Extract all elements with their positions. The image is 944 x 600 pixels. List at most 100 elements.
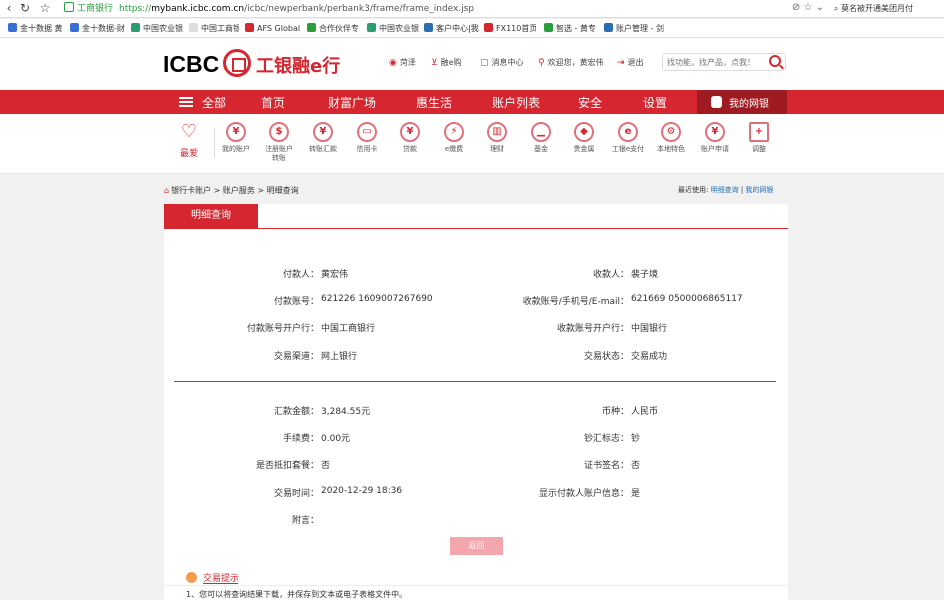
payer-bank-label: 付款账号开户行： [246, 324, 319, 334]
tips-separator [164, 585, 788, 586]
location-pin-icon: ◉ [389, 58, 397, 68]
bookmark-label: FX110首页 [496, 24, 536, 33]
nav-wealth[interactable]: 财富广场 [328, 94, 376, 111]
bookmark-item[interactable]: 智选 - 黄专 [544, 23, 599, 35]
quick-label: 理财 [490, 145, 504, 153]
site-search-input[interactable] [667, 56, 763, 69]
reload-icon[interactable]: ↻ [18, 1, 32, 15]
bookmark-item[interactable]: 中国农业银 [131, 23, 189, 35]
quick-account-apply[interactable]: ¥ 账户申请 [695, 122, 735, 154]
tip-sun-icon [186, 572, 197, 583]
home-icon[interactable]: ⌂ [164, 186, 169, 195]
quick-label: 注册账户转账 [265, 145, 293, 162]
bookmark-label: 金十数据 黄 [20, 24, 63, 33]
bookmark-item[interactable]: 客户中心|我 [424, 23, 482, 35]
money-bag-icon: ¥ [400, 122, 420, 142]
nav-security[interactable]: 安全 [578, 94, 602, 111]
my-bank-button[interactable]: 我的网银 [697, 90, 787, 114]
message-icon: ▢ [480, 58, 489, 68]
quick-label: 信用卡 [356, 145, 378, 153]
payee-label: 收款人： [592, 270, 629, 280]
bookmark-item[interactable]: AFS Global [245, 23, 303, 35]
bookmarks-bar: 金十数据 黄 金十数据-财 中国农业银 中国工商银 AFS Global 合作伙… [0, 19, 944, 38]
payer-account-value: 621226 1609007267690 [321, 294, 433, 304]
bookmark-item[interactable]: 中国农业银 [367, 23, 422, 35]
user-icon: ⚲ [538, 58, 545, 68]
search-icon[interactable] [769, 55, 781, 67]
bookmark-item[interactable]: 账户管理 - 剑 [604, 23, 668, 35]
nav-accounts[interactable]: 账户列表 [492, 94, 540, 111]
quick-credit-card[interactable]: ▭ 信用卡 [347, 122, 387, 154]
package-deduct-label: 是否抵扣套餐： [255, 461, 319, 471]
amount-label: 汇款金额： [273, 407, 319, 417]
bookmark-item[interactable]: 金十数据-财 [70, 23, 128, 35]
bookmark-item[interactable]: FX110首页 [484, 23, 536, 35]
status-label: 交易状态： [583, 352, 629, 362]
browser-search-box[interactable]: ⌕ 莫名被开通美团月付 [834, 1, 944, 16]
quick-label: 基金 [534, 145, 548, 153]
secure-lock-icon [64, 2, 74, 12]
url-path: /icbc/newperbank/perbank3/frame/frame_in… [244, 4, 475, 14]
cert-sign-value: 否 [631, 461, 641, 471]
quick-remittance[interactable]: ¥ 转账汇款 [303, 122, 343, 154]
back-nav-icon[interactable]: ‹ [2, 1, 16, 15]
quick-e-pay[interactable]: e 工银e支付 [608, 122, 648, 154]
e-pay-icon: e [618, 122, 638, 142]
quick-my-account[interactable]: ¥ 我的账户 [216, 122, 256, 154]
cash-flag-label: 钞汇标志： [583, 434, 629, 444]
star-icon[interactable]: ☆ [38, 1, 52, 15]
my-bank-label: 我的网银 [729, 99, 769, 110]
city-link[interactable]: ◉ 菏泽 [389, 57, 416, 68]
bookmark-label: 中国工商银 [201, 24, 239, 33]
nav-life[interactable]: 惠生活 [416, 94, 452, 111]
breadcrumb-text[interactable]: 银行卡账户 > 账户服务 > 明细查询 [171, 186, 299, 195]
bar-chart-icon: ▁ [531, 122, 551, 142]
quick-precious-metal[interactable]: ◆ 贵金属 [564, 122, 604, 154]
main-nav: 全部 首页 财富广场 惠生活 账户列表 安全 设置 我的网银 [0, 90, 944, 114]
payee-bank-value: 中国银行 [631, 324, 668, 334]
payer-bank-value: 中国工商银行 [321, 324, 376, 334]
address-bar[interactable]: 工商银行 https://mybank.icbc.com.cn/icbc/newp… [64, 2, 806, 16]
quick-wealth-management[interactable]: ▥ 理财 [477, 122, 517, 154]
local-icon: ⚙ [661, 122, 681, 142]
tab-detail-query[interactable]: 明细查询 [164, 204, 258, 228]
fee-label: 手续费： [282, 434, 319, 444]
icbc-logo-text[interactable]: ICBC [163, 51, 219, 78]
message-center-link[interactable]: ▢ 消息中心 [480, 57, 524, 68]
bookmark-item[interactable]: 中国工商银 [189, 23, 239, 35]
rong-e-gou-link[interactable]: ⊻ 融e购 [431, 57, 462, 68]
quick-adjust[interactable]: + 调整 [739, 122, 779, 154]
browser-action-icons[interactable]: ⊘ ☆ ⌄ [792, 2, 824, 13]
payee-bank-label: 收款账号开户行： [556, 324, 629, 334]
bookmark-label: AFS Global [257, 24, 301, 33]
quick-local-features[interactable]: ⚙ 本地特色 [651, 122, 691, 154]
quick-loan[interactable]: ¥ 贷款 [390, 122, 430, 154]
bookmark-item[interactable]: 金十数据 黄 [8, 23, 66, 35]
bookmark-label: 合作伙伴专 [319, 24, 359, 33]
recent-link-detail[interactable]: 明细查询 [711, 186, 739, 194]
nav-home[interactable]: 首页 [261, 94, 285, 111]
nav-all[interactable]: 全部 [202, 94, 226, 111]
favorites-button[interactable]: ♡ 最爱 [176, 122, 202, 160]
city-label: 菏泽 [399, 58, 416, 67]
quick-label: 本地特色 [657, 145, 685, 153]
payer-value: 黄宏伟 [321, 270, 349, 280]
bookmark-item[interactable]: 合作伙伴专 [307, 23, 365, 35]
time-value: 2020-12-29 18:36 [321, 486, 403, 496]
logout-icon: ⇥ [617, 58, 625, 68]
quick-registered-transfer[interactable]: $ 注册账户转账 [259, 122, 299, 163]
menu-icon[interactable] [179, 97, 193, 107]
bookmark-label: 中国农业银 [379, 24, 419, 33]
plus-icon: + [749, 122, 769, 142]
recent-link-mybank[interactable]: 我的网银 [745, 186, 773, 194]
welcome-user-link[interactable]: ⚲ 欢迎您，黄宏伟 [538, 57, 604, 68]
quick-label: 调整 [752, 145, 766, 153]
bookmark-label: 智选 - 黄专 [556, 24, 596, 33]
message-center-label: 消息中心 [491, 58, 524, 67]
quick-epay[interactable]: ⚡ e缴费 [434, 122, 474, 154]
quick-fund[interactable]: ▁ 基金 [521, 122, 561, 154]
yuan-icon: ¥ [226, 122, 246, 142]
nav-settings[interactable]: 设置 [643, 94, 667, 111]
back-button[interactable]: 返回 [450, 537, 503, 555]
logout-link[interactable]: ⇥ 退出 [617, 57, 644, 68]
